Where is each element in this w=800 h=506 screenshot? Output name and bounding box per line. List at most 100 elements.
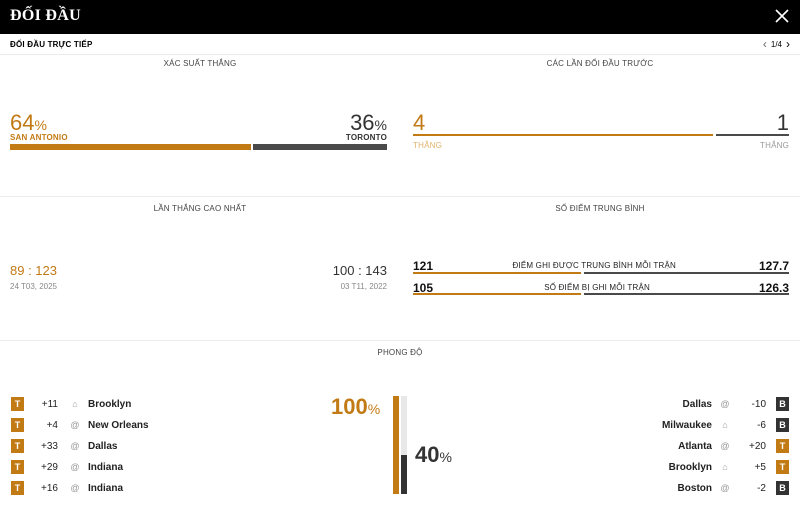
opponent-name: Milwaukee [661,419,712,431]
point-diff: -6 [757,419,766,431]
form-row: Milwaukee ⌂ -6 B [662,418,789,432]
opponent-name: New Orleans [88,419,149,431]
previous-meetings-title: CÁC LẦN ĐỐI ĐẦU TRƯỚC [546,59,654,68]
opponent-name: Boston [677,482,712,494]
result-badge: T [11,460,24,474]
form-row: Atlanta @ +20 T [678,439,789,453]
team-b-previous-bar [716,134,789,136]
team-a-previous-wins: 4 [413,110,426,135]
divider [0,54,800,55]
team-b-wins-label: THẮNG [760,141,789,150]
point-diff: -10 [751,398,766,410]
team-b-form-pct-value: 40 [415,442,440,467]
form-row: T +29 @ Indiana [11,460,123,474]
away-icon: @ [720,483,730,493]
team-b-previous-wins: 1 [776,110,789,135]
opponent-name: Indiana [88,461,124,473]
team-a-avg-conceded-bar [413,293,581,295]
away-icon: @ [720,441,730,451]
team-a-form-pct-value: 100 [331,394,368,419]
point-diff: +20 [749,440,766,452]
team-b-name: TORONTO [345,133,387,142]
team-b-biggest-win-date: 03 T11, 2022 [340,282,387,291]
form-row: T +33 @ Dallas [11,439,117,453]
page-title: ĐỐI ĐẦU [10,7,81,24]
point-diff: +16 [41,482,58,494]
point-diff: +4 [46,419,58,431]
team-a-biggest-win-score: 89 : 123 [10,263,57,278]
divider [0,196,800,197]
point-diff: +5 [754,461,766,473]
opponent-name: Brooklyn [88,398,132,410]
result-badge: T [11,397,24,411]
form-row: T +11 ⌂ Brooklyn [11,397,131,411]
team-b-win-prob-bar [253,144,387,150]
result-badge: T [776,439,789,453]
opponent-name: Indiana [88,482,124,494]
form-row: Boston @ -2 B [678,481,789,495]
team-a-form-bar-track [393,396,399,494]
team-a-biggest-win-date: 24 T03, 2025 [10,282,58,291]
point-diff: -2 [757,482,766,494]
chevron-left-icon[interactable]: ‹ [763,38,767,50]
form-row: T +4 @ New Orleans [11,418,149,432]
top-bar: ĐỐI ĐẦU [0,0,800,34]
team-b-avg-conceded-bar [584,293,789,295]
away-icon: @ [70,420,80,430]
form-title: PHONG ĐỘ [377,348,423,357]
opponent-name: Brooklyn [668,461,712,473]
home-icon: ⌂ [722,462,728,472]
point-diff: +33 [41,440,58,452]
avg-points-title: SỐ ĐIỂM TRUNG BÌNH [555,204,645,213]
chevron-right-icon[interactable]: › [786,38,790,50]
team-a-win-prob: 64% [10,112,47,134]
opponent-name: Atlanta [678,440,712,452]
percent-sign: % [367,401,381,417]
close-icon[interactable] [774,8,790,24]
team-b-biggest-win-score: 100 : 143 [332,263,387,278]
result-badge: B [776,481,789,495]
section-heading: ĐỐI ĐẦU TRỰC TIẾP [10,40,93,49]
team-b-avg-scored: 127.7 [758,259,789,273]
home-icon: ⌂ [722,420,728,430]
percent-sign: % [374,117,387,133]
team-a-win-prob-bar [10,144,251,150]
team-a-avg-scored-bar [413,272,581,274]
team-b-win-prob: 36% [350,112,387,134]
team-b-form-bar [401,454,407,494]
away-icon: @ [70,462,80,472]
result-badge: T [11,481,24,495]
away-icon: @ [70,483,80,493]
away-icon: @ [720,399,730,409]
result-badge: T [776,460,789,474]
result-badge: B [776,397,789,411]
point-diff: +11 [41,398,58,410]
opponent-name: Dallas [88,440,118,452]
team-b-avg-scored-bar [584,272,789,274]
team-a-win-prob-value: 64 [10,110,35,135]
divider [0,340,800,341]
point-diff: +29 [41,461,58,473]
away-icon: @ [70,441,80,451]
pager: ‹ 1/4 › [763,38,790,50]
avg-scored-label: ĐIỂM GHI ĐƯỢC TRUNG BÌNH MỖI TRẬN [512,261,676,270]
avg-conceded-label: SỐ ĐIỂM BỊ GHI MỖI TRẬN [544,283,650,292]
form-row: Brooklyn ⌂ +5 T [669,460,789,474]
opponent-name: Dallas [682,398,712,410]
form-row: T +16 @ Indiana [11,481,123,495]
biggest-win-title: LẦN THẮNG CAO NHẤT [153,204,247,213]
percent-sign: % [439,449,452,465]
result-badge: B [776,418,789,432]
team-b-form-pct: 40% [415,444,452,466]
pager-indicator: 1/4 [770,39,782,49]
team-b-win-prob-value: 36 [350,110,375,135]
team-a-name: SAN ANTONIO [10,133,68,142]
team-b-form-bar-track [401,396,407,494]
win-prob-title: XÁC SUẤT THẮNG [163,59,237,68]
result-badge: T [11,439,24,453]
team-a-form-bar [393,396,399,494]
home-icon: ⌂ [72,399,78,409]
form-row: Dallas @ -10 B [683,397,789,411]
result-badge: T [11,418,24,432]
team-a-wins-label: THẮNG [413,141,442,150]
